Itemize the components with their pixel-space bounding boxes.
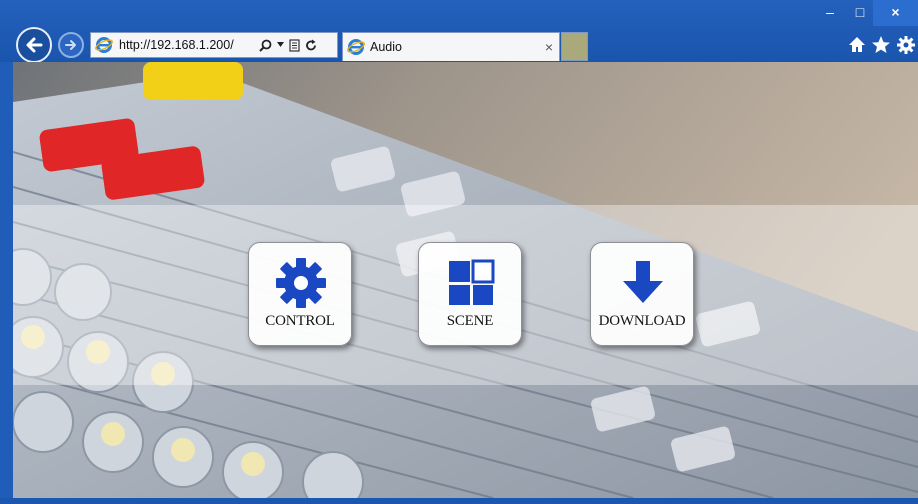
forward-button[interactable] [58, 32, 84, 58]
download-button[interactable]: DOWNLOAD [590, 242, 694, 346]
new-tab-button[interactable] [561, 32, 588, 61]
control-label: CONTROL [265, 313, 335, 329]
window-bottom-border [0, 498, 918, 504]
home-icon[interactable] [846, 34, 868, 56]
scene-label: SCENE [446, 313, 494, 329]
close-tab-button[interactable]: × [539, 39, 559, 55]
compatibility-icon[interactable] [289, 38, 300, 52]
refresh-icon[interactable] [305, 39, 317, 52]
dropdown-arrow-icon[interactable] [277, 42, 284, 48]
forward-arrow-icon [65, 40, 76, 50]
tab-audio[interactable]: Audio × [342, 32, 560, 61]
close-window-button[interactable]: × [873, 0, 918, 26]
minimize-button[interactable]: – [815, 0, 845, 26]
search-icon[interactable] [259, 39, 272, 52]
page-content: CONTROL SCENE DOWNLOAD [13, 62, 918, 498]
gear-icon [276, 258, 326, 308]
maximize-button[interactable]: □ [845, 0, 875, 26]
settings-gear-icon[interactable] [895, 34, 917, 56]
address-url[interactable]: http://192.168.1.200/ [119, 38, 255, 52]
ie-logo-icon [95, 37, 113, 53]
back-arrow-icon [26, 37, 43, 53]
download-label: DOWNLOAD [598, 313, 686, 329]
control-button[interactable]: CONTROL [248, 242, 352, 346]
tab-title: Audio [370, 40, 402, 54]
download-arrow-icon [623, 261, 663, 303]
browser-window: – □ × http://192.168.1.200/ Audio × CONT… [0, 0, 918, 504]
title-bar: – □ × http://192.168.1.200/ Audio × [0, 0, 918, 63]
back-button[interactable] [16, 27, 52, 63]
grid-scene-icon [449, 259, 495, 305]
scene-button[interactable]: SCENE [418, 242, 522, 346]
address-bar[interactable]: http://192.168.1.200/ [90, 32, 338, 58]
ie-logo-icon [347, 39, 365, 55]
favorites-star-icon[interactable] [870, 34, 892, 56]
